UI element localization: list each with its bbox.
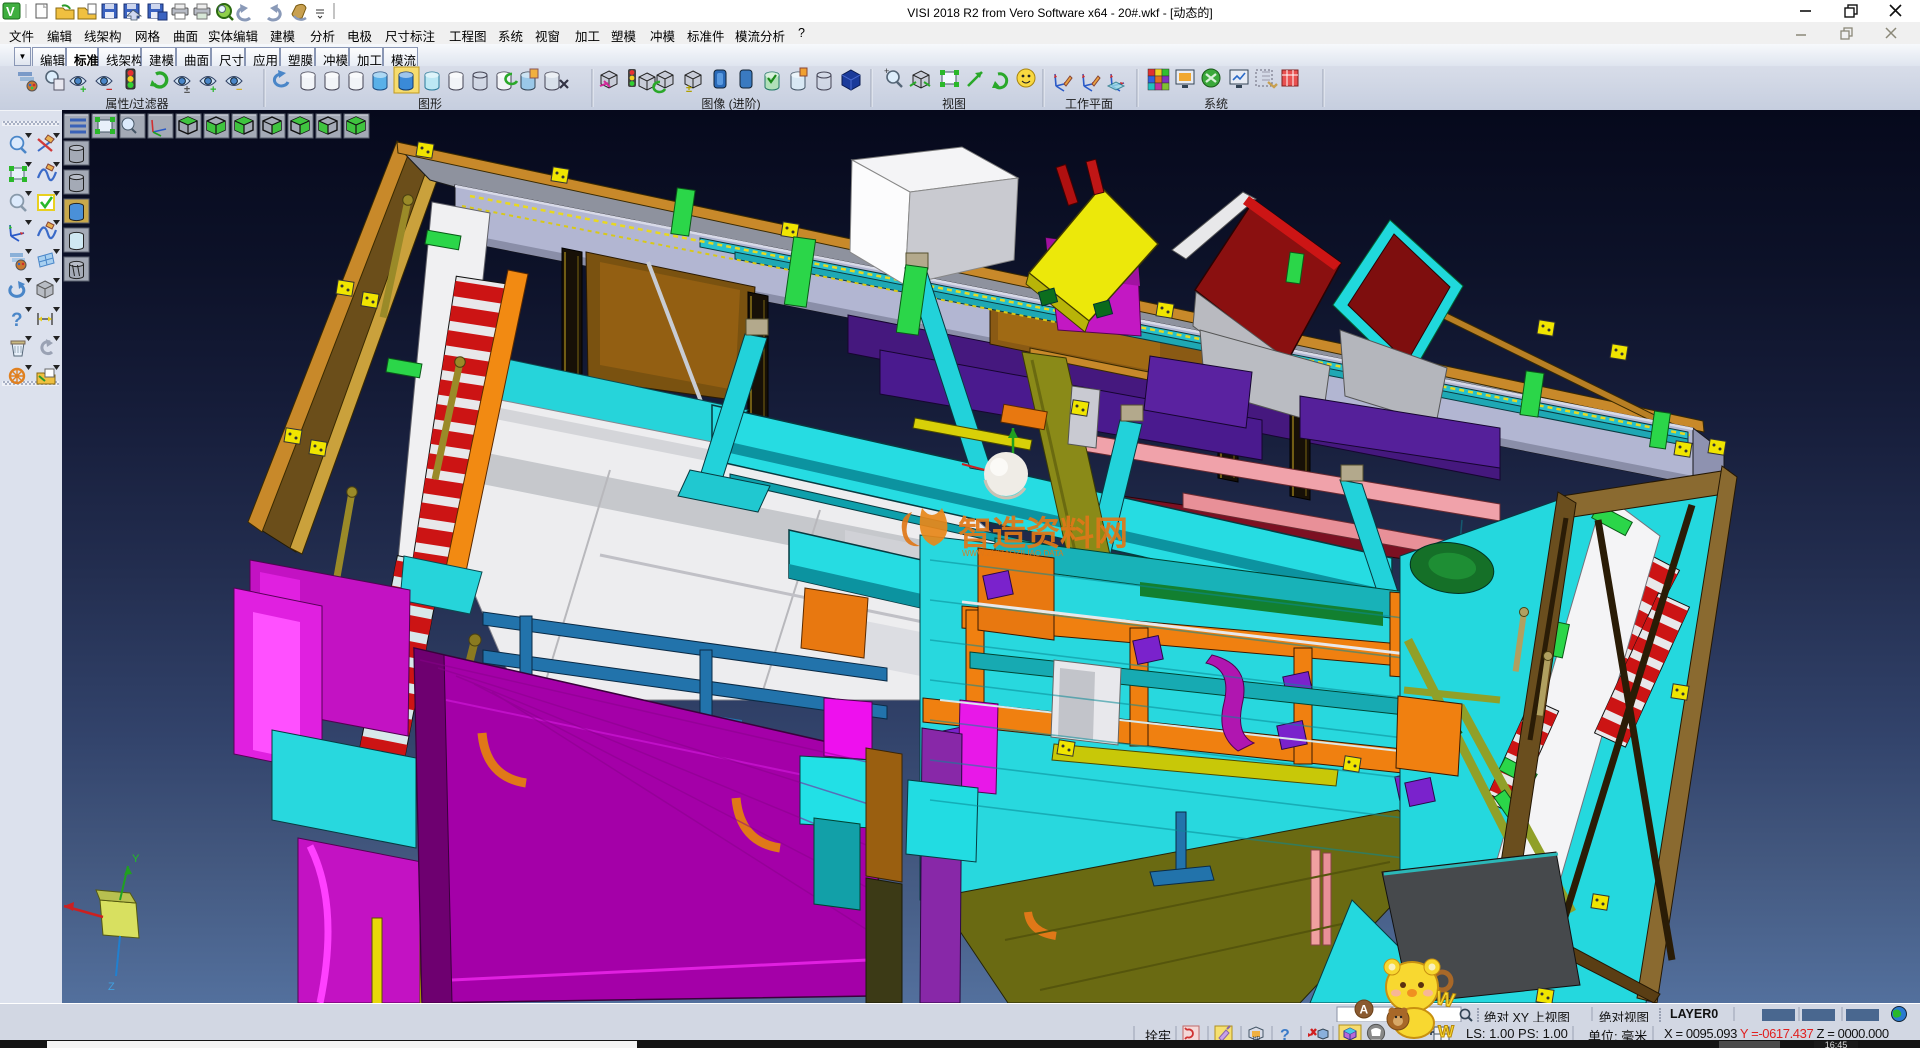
svg-text:智造资料网: 智造资料网 <box>958 515 1128 553</box>
svg-text:±: ± <box>686 83 692 95</box>
svg-text:V: V <box>6 4 15 19</box>
svg-text:−: − <box>236 84 242 96</box>
svg-text:+: + <box>884 66 889 76</box>
svg-text:+: + <box>210 84 216 96</box>
svg-text:Z: Z <box>108 981 115 993</box>
svg-text:A: A <box>1360 1003 1369 1017</box>
svg-text:W: W <box>1433 987 1456 1012</box>
svg-text:?: ? <box>11 310 23 331</box>
svg-text:Y: Y <box>132 853 140 865</box>
svg-text:W: W <box>1438 1022 1455 1041</box>
svg-text:WWW.ZHIZAOZILIAO.DATA: WWW.ZHIZAOZILIAO.DATA <box>962 549 1064 558</box>
